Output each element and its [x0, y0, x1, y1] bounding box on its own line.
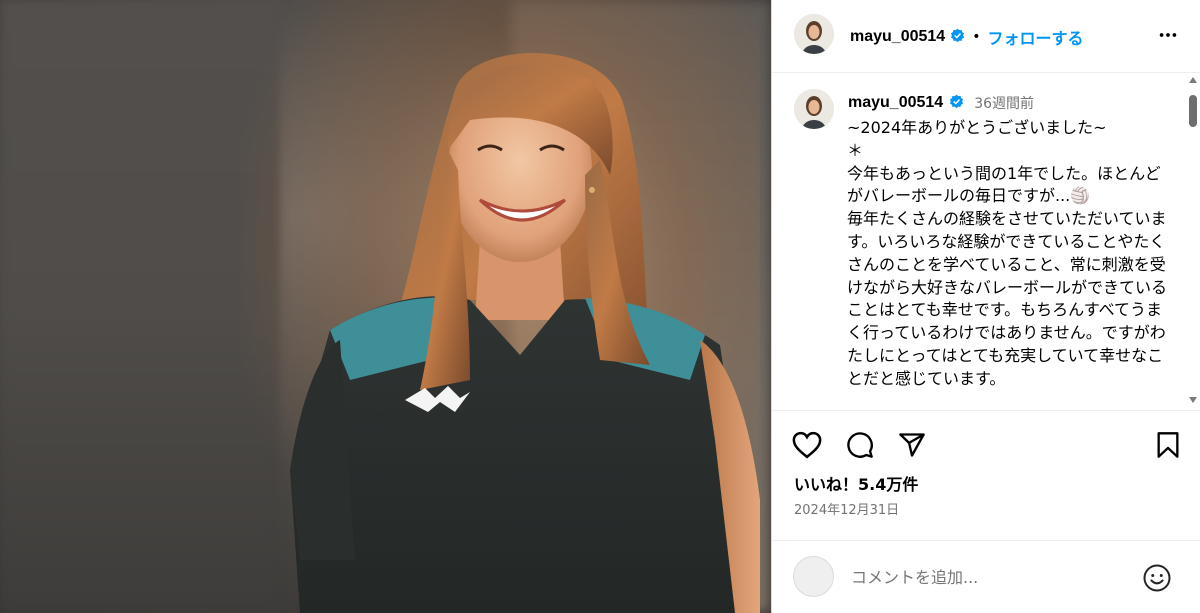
post-side-panel: mayu_00514 • フォローする mayu_00514 36週間前 ~20…	[771, 0, 1200, 613]
verified-badge-icon	[950, 28, 965, 47]
caption-header: mayu_00514 36週間前	[848, 93, 1034, 113]
photo-subject	[290, 52, 760, 613]
more-options-icon[interactable]	[1157, 24, 1179, 50]
caption-author-avatar[interactable]	[794, 89, 834, 129]
comment-input[interactable]	[851, 565, 1131, 589]
add-comment-bar	[772, 540, 1200, 613]
comments-section[interactable]: mayu_00514 36週間前 ~2024年ありがとうございました~ ＊ 今年…	[772, 73, 1200, 411]
separator-dot: •	[972, 29, 981, 45]
post-photo[interactable]	[0, 0, 771, 613]
likes-count[interactable]: いいね！5.4万件	[794, 471, 918, 495]
viewer-avatar	[793, 556, 834, 597]
scroll-up-arrow-icon[interactable]	[1189, 77, 1197, 83]
verified-badge-icon	[949, 94, 964, 113]
scroll-thumb[interactable]	[1189, 95, 1197, 127]
author-username[interactable]: mayu_00514	[850, 28, 945, 46]
caption-text: ~2024年ありがとうございました~ ＊ 今年もあっという間の1年でした。ほとん…	[847, 118, 1168, 388]
header-user-line: mayu_00514 • フォローする	[850, 25, 1083, 49]
author-avatar[interactable]	[794, 14, 834, 54]
caption-username[interactable]: mayu_00514	[848, 94, 943, 112]
paper-plane-icon[interactable]	[897, 431, 927, 463]
post-date[interactable]: 2024年12月31日	[794, 499, 899, 518]
follow-button[interactable]: フォローする	[987, 25, 1083, 49]
heart-icon[interactable]	[792, 431, 822, 463]
bookmark-icon[interactable]	[1155, 431, 1181, 463]
action-bar	[772, 411, 1200, 471]
comment-bubble-icon[interactable]	[845, 431, 875, 463]
comments-scrollbar[interactable]	[1185, 73, 1200, 410]
post-header: mayu_00514 • フォローする	[772, 0, 1200, 73]
emoji-smile-icon[interactable]	[1142, 563, 1172, 597]
scroll-down-arrow-icon[interactable]	[1189, 397, 1197, 403]
caption-time[interactable]: 36週間前	[974, 93, 1034, 113]
